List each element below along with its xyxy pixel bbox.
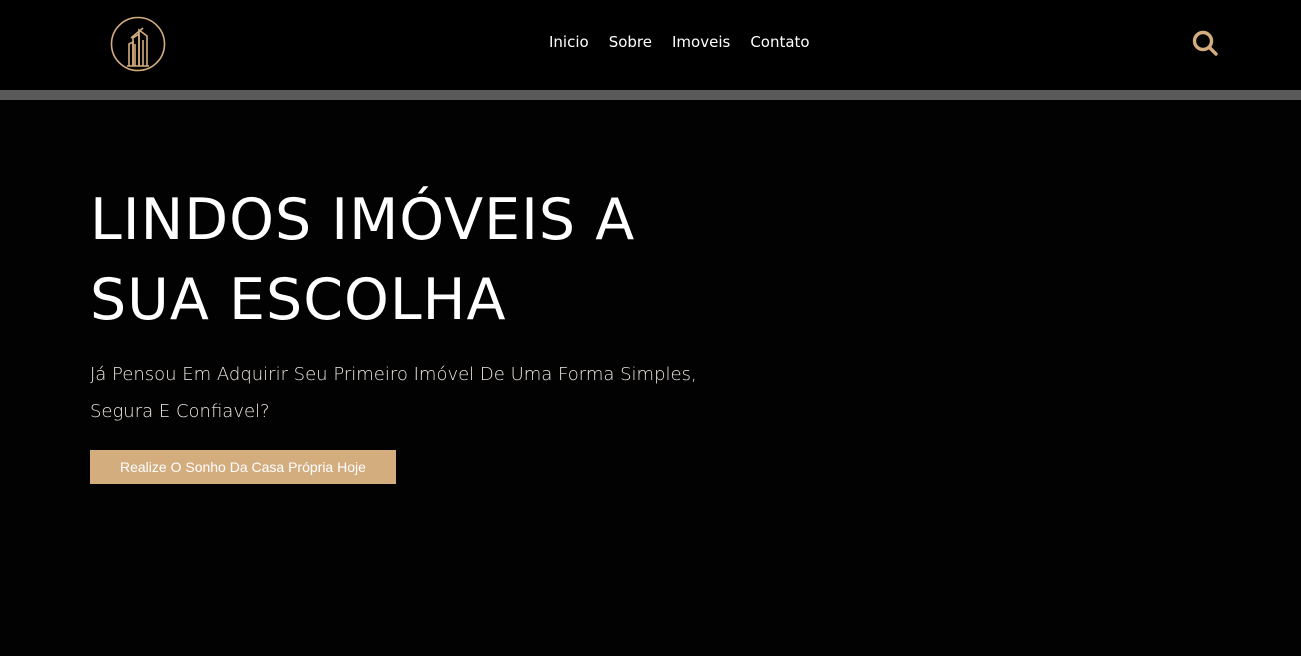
nav-link-inicio[interactable]: Inicio bbox=[549, 33, 589, 51]
hero-title: LINDOS IMÓVEIS A SUA ESCOLHA bbox=[90, 180, 750, 340]
search-icon[interactable] bbox=[1190, 29, 1220, 57]
nav-link-sobre[interactable]: Sobre bbox=[609, 33, 652, 51]
hero-title-line-2: SUA ESCOLHA bbox=[90, 267, 507, 333]
main-nav: Inicio Sobre Imoveis Contato bbox=[549, 33, 810, 51]
nav-link-contato[interactable]: Contato bbox=[750, 33, 809, 51]
cta-button[interactable]: Realize O Sonho Da Casa Própria Hoje bbox=[90, 450, 396, 484]
hero-subtitle: Já Pensou Em Adquirir Seu Primeiro Imóve… bbox=[90, 364, 697, 422]
nav-link-imoveis[interactable]: Imoveis bbox=[672, 33, 730, 51]
header-divider bbox=[0, 90, 1301, 100]
hero-section: LINDOS IMÓVEIS A SUA ESCOLHA Já Pensou E… bbox=[90, 180, 750, 484]
hero-title-line-1: LINDOS IMÓVEIS A bbox=[90, 187, 636, 253]
site-header: Inicio Sobre Imoveis Contato bbox=[0, 0, 1301, 90]
building-logo-icon[interactable] bbox=[109, 16, 167, 72]
